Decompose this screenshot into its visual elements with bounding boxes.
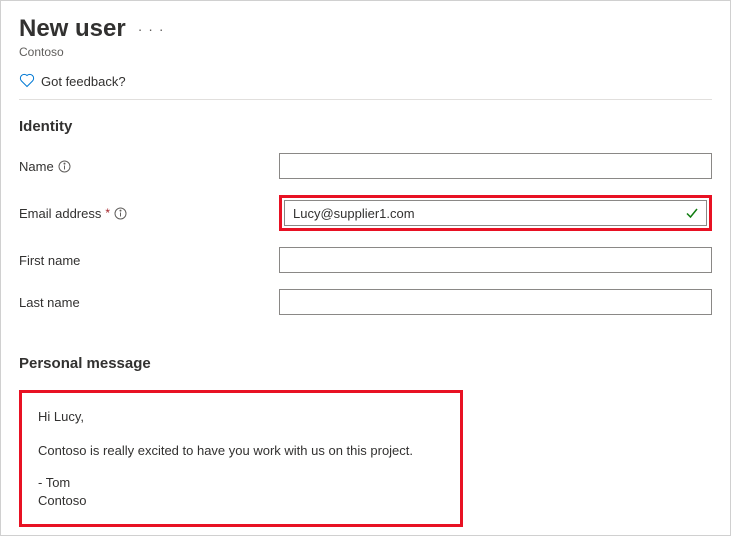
last-name-label: Last name [19, 295, 80, 310]
more-icon[interactable]: · · · [138, 21, 165, 37]
feedback-label: Got feedback? [41, 74, 126, 89]
checkmark-icon [685, 206, 699, 220]
email-input[interactable] [284, 200, 707, 226]
name-row: Name [19, 153, 712, 179]
last-name-row: Last name [19, 289, 712, 315]
personal-message-box[interactable]: Hi Lucy, Contoso is really excited to ha… [19, 390, 463, 527]
name-input[interactable] [279, 153, 712, 179]
info-icon[interactable] [58, 160, 71, 173]
email-row: Email address * [19, 195, 712, 231]
message-signature-org: Contoso [38, 493, 86, 508]
first-name-input[interactable] [279, 247, 712, 273]
page-header: New user · · · Contoso [19, 15, 712, 59]
info-icon[interactable] [114, 207, 127, 220]
heart-icon [19, 73, 35, 89]
message-signature-name: - Tom [38, 475, 70, 490]
personal-message-heading: Personal message [19, 355, 712, 372]
email-label: Email address [19, 206, 101, 221]
last-name-input[interactable] [279, 289, 712, 315]
first-name-row: First name [19, 247, 712, 273]
message-body: Contoso is really excited to have you wo… [38, 441, 444, 461]
identity-heading: Identity [19, 118, 712, 135]
email-highlight-box [279, 195, 712, 231]
page-subtitle: Contoso [19, 45, 712, 59]
required-indicator: * [105, 206, 110, 220]
personal-message-section: Personal message Hi Lucy, Contoso is rea… [19, 355, 712, 527]
feedback-link[interactable]: Got feedback? [19, 73, 712, 100]
page-title: New user [19, 15, 126, 43]
message-greeting: Hi Lucy, [38, 407, 444, 427]
first-name-label: First name [19, 253, 80, 268]
name-label: Name [19, 159, 54, 174]
